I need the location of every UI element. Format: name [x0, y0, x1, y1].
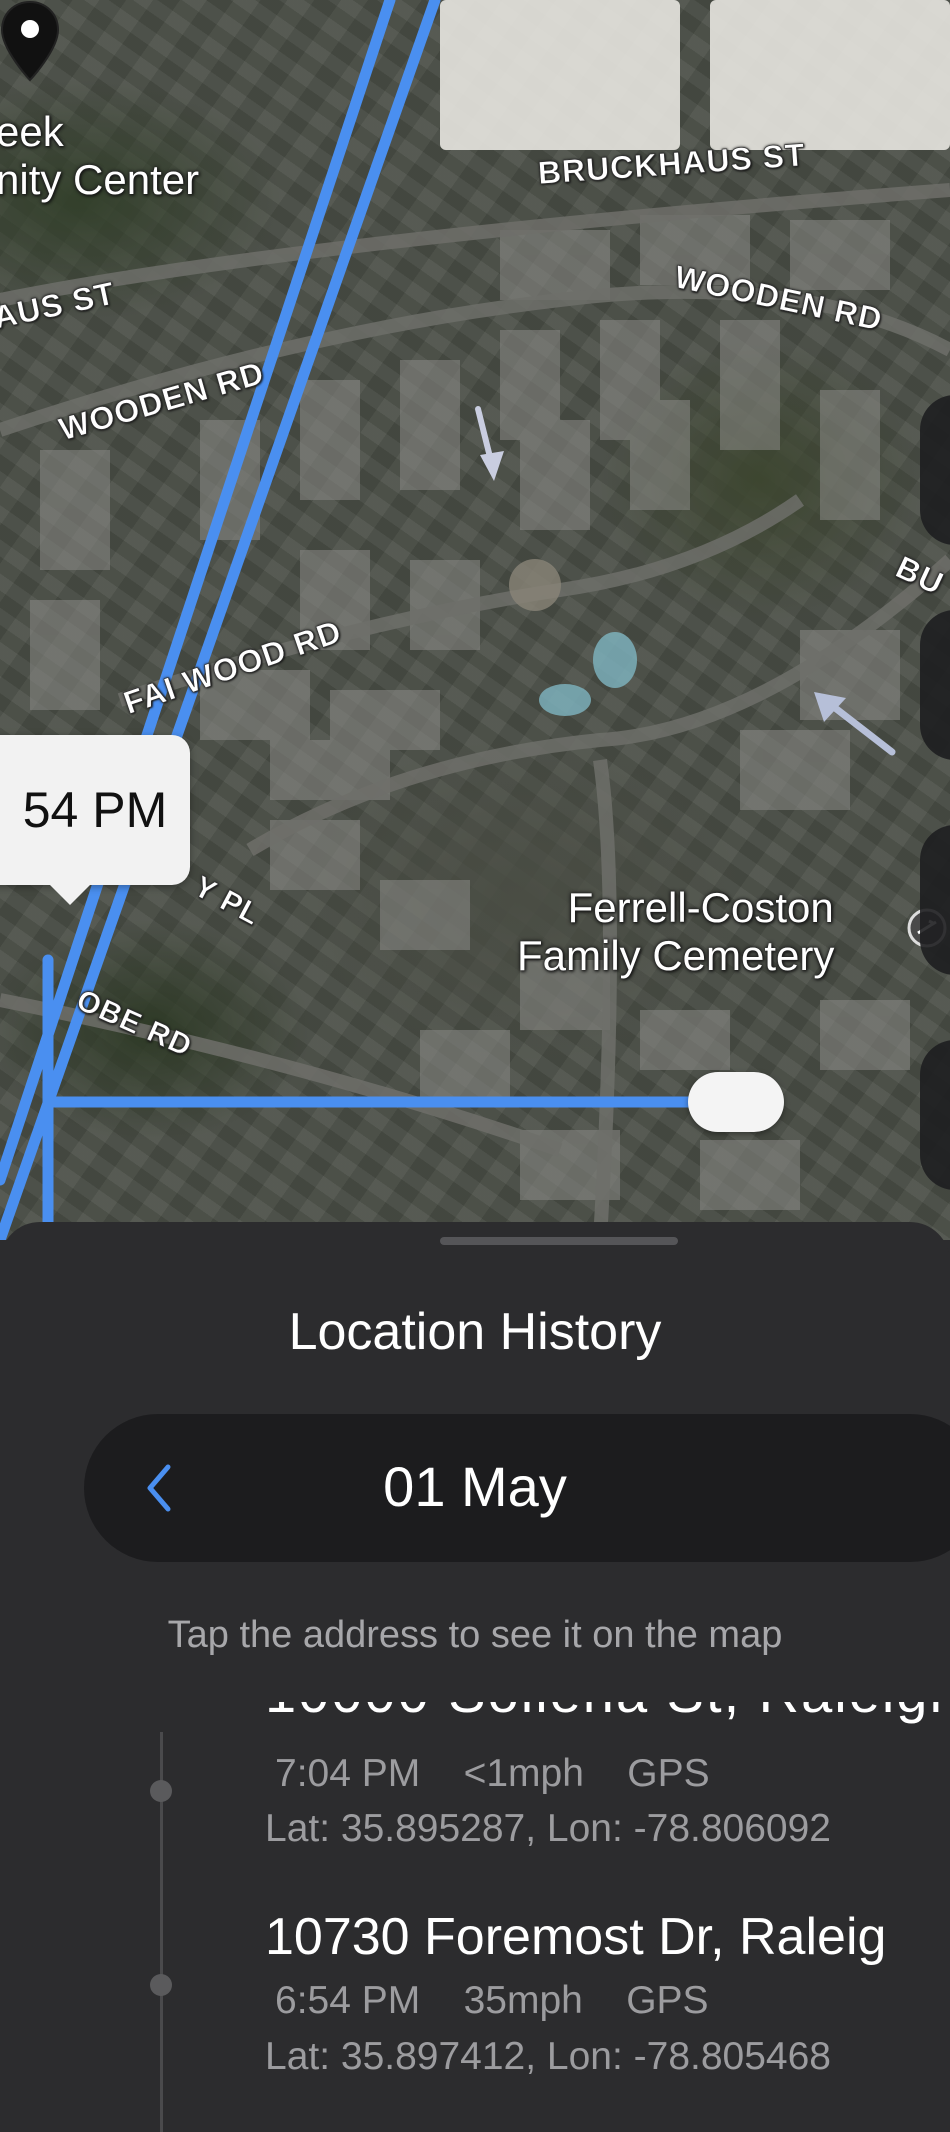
- entry-source: GPS: [626, 1979, 709, 2022]
- map-control-button[interactable]: [920, 395, 950, 545]
- poi-label-cemetery[interactable]: Ferrell-Coston Family Cemetery: [517, 884, 834, 980]
- entry-time: 6:54 PM: [275, 1979, 421, 2022]
- sheet-grabber[interactable]: [440, 1237, 678, 1245]
- location-callout[interactable]: 54 PM: [0, 735, 190, 905]
- entry-time: 7:04 PM: [275, 1752, 421, 1795]
- entry-address[interactable]: 10730 Foremost Dr, Raleig: [265, 1907, 886, 1967]
- map-control-button[interactable]: [920, 610, 950, 760]
- entry-coords: Lat: 35.897412, Lon: -78.805468: [265, 2035, 831, 2078]
- direction-arrow-icon: [814, 692, 896, 756]
- entry-meta: 6:54 PM 35mph GPS: [275, 1979, 709, 2023]
- location-pin-icon[interactable]: [0, 0, 60, 82]
- history-entry[interactable]: 10730 Foremost Dr, Raleig 6:54 PM 35mph …: [0, 1907, 950, 2103]
- timeline-dot: [150, 1974, 172, 1996]
- entry-source: GPS: [627, 1752, 710, 1795]
- hint-text: Tap the address to see it on the map: [167, 1614, 783, 1656]
- map-view[interactable]: eek nity Center Ferrell-Coston Family Ce…: [0, 0, 950, 1240]
- entry-address[interactable]: 10000 Sollena St, Raleigh: [265, 1702, 950, 1725]
- entry-speed: <1mph: [463, 1752, 584, 1795]
- sheet-title: Location History: [288, 1303, 662, 1361]
- entry-meta: 7:04 PM <1mph GPS: [275, 1752, 710, 1796]
- poi-label-community-center: eek nity Center: [0, 108, 200, 203]
- timeline-slider-handle[interactable]: [688, 1072, 784, 1132]
- map-control-button[interactable]: [920, 1040, 950, 1190]
- date-selector: 01 May: [84, 1414, 950, 1562]
- selected-date: 01 May: [383, 1455, 567, 1518]
- direction-arrow-icon: [475, 406, 504, 481]
- callout-time: 54 PM: [22, 782, 168, 838]
- map-control-button[interactable]: [920, 825, 950, 975]
- location-history-sheet: Location History 01 May Tap the address …: [0, 1222, 950, 2132]
- timeline-dot: [150, 1780, 172, 1802]
- entry-coords: Lat: 35.895287, Lon: -78.806092: [265, 1807, 831, 1850]
- entry-speed: 35mph: [463, 1979, 583, 2022]
- address-clip: 10000 Sollena St, Raleigh: [0, 1702, 950, 1740]
